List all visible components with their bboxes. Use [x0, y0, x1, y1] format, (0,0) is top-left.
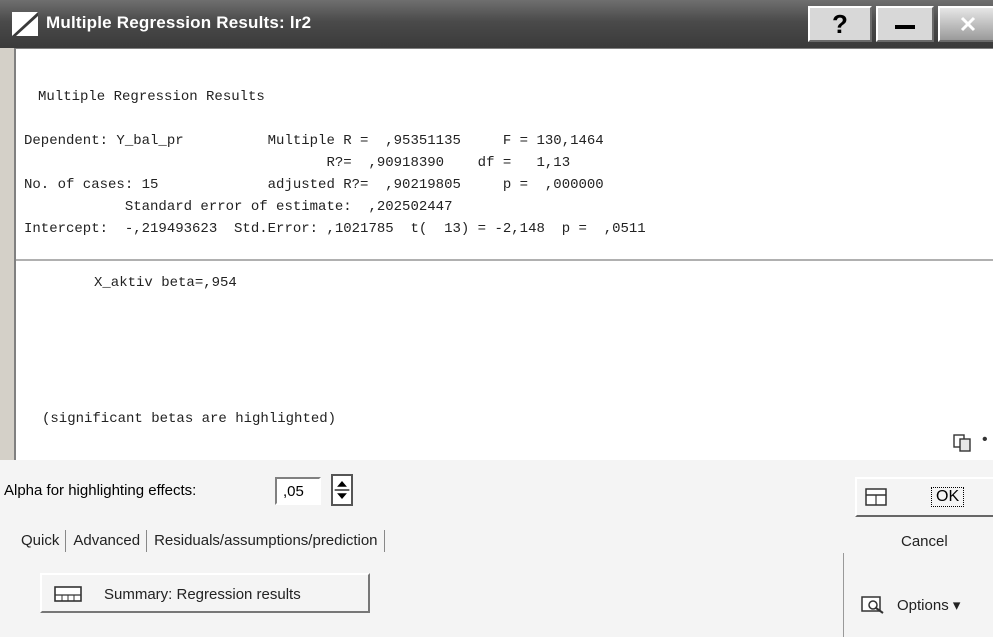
results-line-2: R?= ,90918390 df = 1,13 — [24, 155, 571, 171]
results-output-pane[interactable]: Multiple Regression Results Dependent: Y… — [14, 48, 993, 461]
minimize-icon — [895, 25, 915, 29]
title-bar: Multiple Regression Results: lr2 ? — [0, 0, 993, 48]
statistica-logo-icon — [12, 12, 38, 36]
controls-panel: Alpha for highlighting effects: ,05 Quic… — [0, 460, 993, 637]
spreadsheet-icon — [54, 586, 82, 602]
alpha-input[interactable]: ,05 — [275, 477, 321, 505]
help-icon: ? — [832, 8, 848, 39]
close-icon — [960, 16, 976, 32]
cancel-button[interactable]: Cancel — [901, 533, 948, 550]
copy-icon[interactable] — [952, 433, 974, 453]
close-button[interactable] — [938, 6, 993, 42]
alpha-label: Alpha for highlighting effects: — [4, 482, 197, 499]
tab-advanced[interactable]: Advanced — [66, 530, 148, 552]
tab-strip: Quick Advanced Residuals/assumptions/pre… — [20, 530, 385, 552]
window-title: Multiple Regression Results: lr2 — [46, 13, 312, 32]
ok-button[interactable]: OK — [855, 477, 993, 517]
results-line-4: Standard error of estimate: ,202502447 — [24, 199, 453, 215]
tab-quick[interactable]: Quick — [20, 530, 67, 552]
pane-divider — [16, 259, 993, 261]
options-button[interactable]: Options ▾ — [855, 582, 993, 626]
regression-results-window: Multiple Regression Results: lr2 ? Multi… — [0, 0, 993, 637]
options-button-label: Options ▾ — [897, 597, 961, 614]
results-line-1: Dependent: Y_bal_pr Multiple R = ,953511… — [24, 133, 604, 149]
results-line-5: Intercept: -,219493623 Std.Error: ,10217… — [24, 221, 646, 237]
scroll-right-icon[interactable]: • — [982, 431, 988, 449]
summary-button-label: Summary: Regression results — [104, 586, 301, 603]
highlight-footnote: (significant betas are highlighted) — [42, 411, 337, 427]
minimize-button[interactable] — [876, 6, 934, 42]
help-button[interactable]: ? — [808, 6, 872, 42]
summary-regression-button[interactable]: Summary: Regression results — [40, 573, 370, 613]
button-separator — [843, 553, 844, 637]
options-icon — [861, 596, 884, 614]
tab-residuals[interactable]: Residuals/assumptions/prediction — [147, 530, 385, 552]
alpha-spinner-icon[interactable] — [331, 474, 353, 506]
beta-line: X_aktiv beta=,954 — [94, 275, 237, 291]
ok-button-label: OK — [931, 487, 965, 507]
results-heading: Multiple Regression Results — [38, 89, 265, 105]
window-icon — [865, 488, 887, 506]
results-line-3: No. of cases: 15 adjusted R?= ,90219805 … — [24, 177, 604, 193]
